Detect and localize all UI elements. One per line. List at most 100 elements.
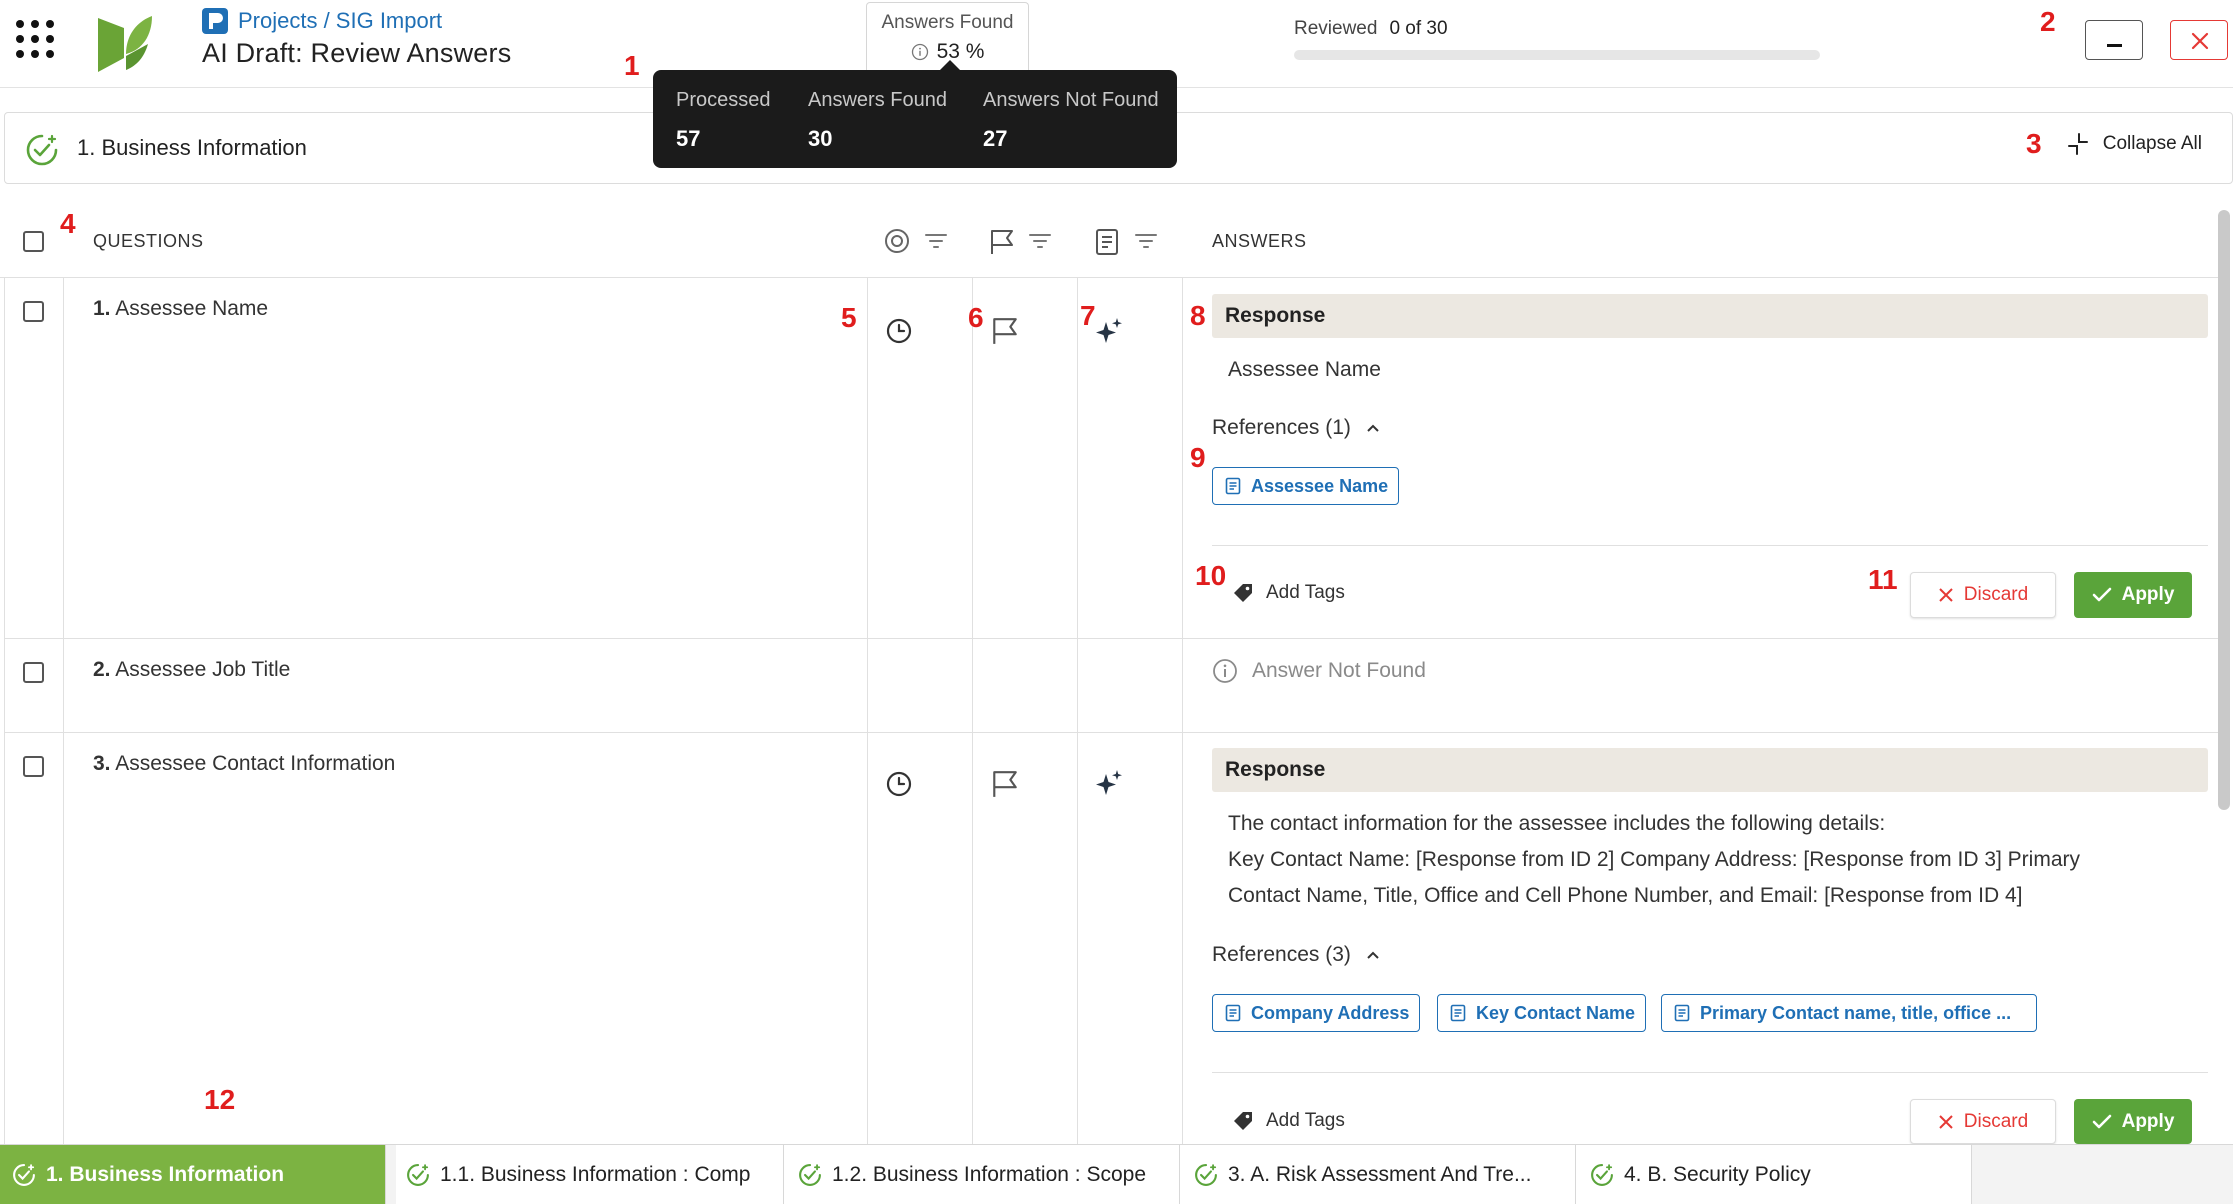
answers-found-label: Answers Found: [881, 12, 1014, 33]
status-target-icon[interactable]: [884, 228, 910, 254]
check-icon: [2092, 1114, 2111, 1128]
tab-label: 1. Business Information: [46, 1163, 285, 1186]
answer-not-found: Answer Not Found: [1212, 658, 1426, 684]
tab-security-policy[interactable]: 4. B. Security Policy: [1576, 1145, 1972, 1204]
apply-button[interactable]: Apply: [2074, 1099, 2192, 1144]
add-tags-button[interactable]: Add Tags: [1232, 582, 1345, 604]
tab-business-information[interactable]: 1. Business Information: [0, 1145, 386, 1204]
add-tags-button[interactable]: Add Tags: [1232, 1110, 1345, 1132]
apply-button[interactable]: Apply: [2074, 572, 2192, 618]
select-all-checkbox[interactable]: [23, 231, 44, 252]
sparkle-icon[interactable]: [1094, 316, 1124, 346]
tab-business-information-scope[interactable]: 1.2. Business Information : Scope: [784, 1145, 1180, 1204]
vertical-scrollbar[interactable]: [2218, 210, 2230, 810]
document-icon: [1674, 1004, 1690, 1022]
add-tags-label: Add Tags: [1266, 1110, 1345, 1131]
section-title: 1. Business Information: [77, 135, 307, 160]
references-label: References (1): [1212, 416, 1351, 439]
tag-icon: [1234, 584, 1252, 602]
sparkle-icon[interactable]: [1094, 768, 1124, 798]
flag-icon[interactable]: [990, 769, 1020, 799]
flag-icon[interactable]: [988, 228, 1016, 256]
question-text: 2. Assessee Job Title: [93, 658, 290, 682]
review-progress-bar: [1294, 50, 1820, 60]
response-header: Response: [1212, 294, 2208, 338]
close-icon: [2191, 32, 2209, 50]
tag-icon: [1234, 1112, 1252, 1130]
question-label: Assessee Contact Information: [115, 752, 396, 775]
add-tags-label: Add Tags: [1266, 582, 1345, 603]
question-text: 3. Assessee Contact Information: [93, 752, 395, 776]
questions-header: QUESTIONS: [93, 231, 204, 251]
collapse-all-button[interactable]: Collapse All: [2067, 133, 2202, 155]
references-toggle[interactable]: References (3): [1212, 943, 1381, 967]
clock-icon[interactable]: [886, 318, 912, 344]
annotation-marker: 7: [1080, 300, 1096, 331]
collapse-icon: [2067, 133, 2088, 155]
apply-label: Apply: [2121, 584, 2175, 605]
reference-label: Key Contact Name: [1476, 1002, 1636, 1023]
reviewed-label: Reviewed: [1294, 18, 1378, 39]
reference-chip[interactable]: Primary Contact name, title, office ...: [1661, 994, 2037, 1032]
tab-business-information-comp[interactable]: 1.1. Business Information : Comp: [396, 1145, 784, 1204]
leaf-logo-icon: [98, 16, 152, 72]
column-divider: [63, 278, 64, 1144]
row-divider: [4, 732, 2218, 733]
check-circle-icon: [1195, 1164, 1217, 1186]
reference-chip[interactable]: Key Contact Name: [1437, 994, 1647, 1032]
annotation-marker: 1: [624, 50, 640, 81]
question-label: Assessee Name: [115, 297, 269, 320]
check-circle-icon: [799, 1164, 821, 1186]
response-text[interactable]: Assessee Name: [1228, 352, 2178, 388]
references-toggle[interactable]: References (1): [1212, 416, 1381, 440]
table-header: QUESTIONS ANSWERS: [0, 204, 2220, 278]
document-icon[interactable]: [1095, 228, 1119, 256]
discard-button[interactable]: Discard: [1910, 1099, 2056, 1144]
reference-chip[interactable]: Assessee Name: [1212, 467, 1400, 505]
tooltip-not-found: Answers Not Found 27: [983, 89, 1159, 152]
check-circle-icon: [13, 1164, 35, 1186]
discard-button[interactable]: Discard: [1910, 572, 2056, 618]
tooltip-found: Answers Found 30: [808, 89, 947, 152]
document-icon: [1450, 1004, 1466, 1022]
answers-found-tooltip: Processed 57 Answers Found 30 Answers No…: [653, 60, 1177, 168]
response-header: Response: [1212, 748, 2208, 792]
minimize-button[interactable]: [2085, 20, 2143, 60]
reference-chip[interactable]: Company Address: [1212, 994, 1421, 1032]
reference-label: Company Address: [1251, 1002, 1410, 1023]
annotation-marker: 10: [1195, 560, 1227, 591]
breadcrumb[interactable]: Projects / SIG Import: [202, 6, 442, 36]
filter-icon[interactable]: [924, 232, 948, 250]
row-checkbox[interactable]: [23, 756, 44, 777]
minimize-icon: [2107, 44, 2122, 47]
chevron-up-icon: [1367, 951, 1379, 959]
breadcrumb-text[interactable]: Projects / SIG Import: [238, 8, 442, 34]
check-circle-icon: [1591, 1164, 1613, 1186]
response-text[interactable]: The contact information for the assessee…: [1228, 806, 2178, 914]
annotation-marker: 2: [2040, 6, 2056, 37]
filter-icon[interactable]: [1134, 232, 1158, 250]
table-border-left: [4, 278, 5, 1144]
discard-label: Discard: [1963, 584, 2029, 605]
found-label: Answers Found: [808, 89, 947, 111]
row-checkbox[interactable]: [23, 662, 44, 683]
filter-icon[interactable]: [1028, 232, 1052, 250]
not-found-value: 27: [983, 126, 1008, 151]
answers-header: ANSWERS: [1212, 231, 1307, 251]
document-icon: [1225, 477, 1241, 495]
question-number: 2.: [93, 658, 111, 681]
row-divider: [4, 638, 2218, 639]
tab-risk-assessment[interactable]: 3. A. Risk Assessment And Tre...: [1180, 1145, 1576, 1204]
row-divider: [1212, 545, 2208, 546]
flag-icon[interactable]: [990, 316, 1020, 346]
row-checkbox[interactable]: [23, 301, 44, 322]
annotation-marker: 4: [60, 208, 76, 239]
annotation-marker: 3: [2026, 128, 2042, 159]
close-button[interactable]: [2170, 20, 2228, 60]
column-divider: [972, 278, 973, 1144]
column-divider: [1182, 278, 1183, 1144]
apps-grid-icon[interactable]: [16, 20, 56, 60]
clock-icon[interactable]: [886, 771, 912, 797]
check-circle-icon: [407, 1164, 429, 1186]
collapse-all-label: Collapse All: [2102, 133, 2202, 154]
